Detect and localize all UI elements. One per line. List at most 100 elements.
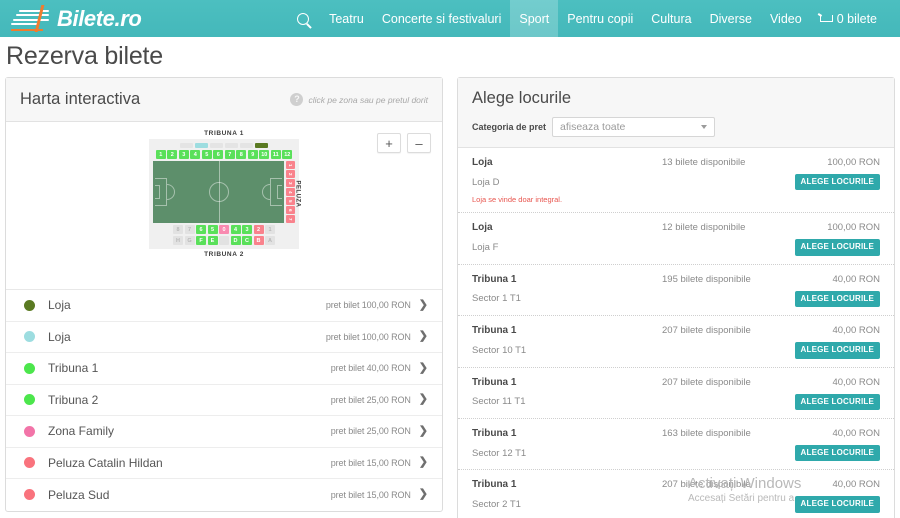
map-segment[interactable]: B	[253, 236, 264, 245]
map-segment[interactable]: 2	[253, 225, 264, 234]
color-dot	[24, 394, 35, 406]
logo-text: Bilete.ro	[57, 5, 142, 31]
choose-seats-button[interactable]: ALEGE LOCURILE	[794, 444, 880, 462]
legend-item-tribuna-1[interactable]: Tribuna 1 pret bilet 40,00 RON ❯	[6, 353, 442, 385]
legend-item-peluza-sud[interactable]: Peluza Sud pret bilet 15,00 RON ❯	[6, 479, 442, 511]
map-segment[interactable]: D	[230, 236, 241, 245]
seat-selection-panel: Alege locurile Categoria de pret afiseaz…	[457, 77, 895, 518]
chevron-down-icon	[701, 125, 707, 129]
map-segment[interactable]: F	[196, 236, 206, 245]
price-category-select[interactable]: afiseaza toate	[552, 117, 715, 137]
loja-chip[interactable]	[180, 143, 193, 148]
ticket-row: Tribuna 1 207 bilete disponibile 40,00 R…	[458, 368, 894, 419]
nav-item-teatru[interactable]: Teatru	[320, 0, 373, 37]
legend-item-peluza-catalin-hildan[interactable]: Peluza Catalin Hildan pret bilet 15,00 R…	[6, 448, 442, 479]
price-legend-list: Loja pret bilet 100,00 RON ❯ Loja pret b…	[6, 290, 442, 511]
loja-chip[interactable]	[210, 143, 223, 148]
search-button[interactable]	[291, 0, 320, 37]
map-segment[interactable]: 9	[247, 150, 258, 159]
nav-item-pentru-copii[interactable]: Pentru copii	[558, 0, 642, 37]
zoom-in-button[interactable]: +	[377, 133, 401, 153]
legend-label: Zona Family	[48, 424, 115, 439]
ticket-available: 207 bilete disponibile	[662, 479, 751, 491]
map-panel-header: Harta interactiva ? click pe zona sau pe…	[6, 78, 442, 122]
choose-seats-button[interactable]: ALEGE LOCURILE	[794, 174, 880, 191]
map-segment[interactable]: C	[242, 236, 252, 245]
map-segment[interactable]: 4	[230, 225, 241, 234]
seat-panel-title: Alege locurile	[472, 89, 572, 107]
nav-item-sport[interactable]: Sport	[510, 0, 559, 37]
map-segment[interactable]: 8	[236, 150, 247, 159]
map-segment[interactable]: 6	[213, 150, 224, 159]
legend-item-loja-1[interactable]: Loja pret bilet 100,00 RON ❯	[6, 290, 442, 322]
site-logo[interactable]: Bilete.ro	[10, 4, 142, 32]
map-panel-title: Harta interactiva	[20, 90, 141, 108]
map-segment[interactable]: 1	[286, 161, 295, 169]
choose-seats-button[interactable]: ALEGE LOCURILE	[794, 342, 880, 359]
chevron-right-icon: ❯	[418, 361, 428, 374]
color-dot	[24, 425, 35, 437]
zoom-out-button[interactable]: –	[407, 133, 431, 153]
map-caption-side: PELUZA	[294, 180, 301, 208]
map-segment[interactable]: A	[265, 236, 275, 245]
choose-seats-button[interactable]: ALEGE LOCURILE	[794, 496, 880, 513]
map-segment[interactable]: 1	[265, 225, 275, 234]
nav-item-diverse[interactable]: Diverse	[701, 0, 761, 37]
map-segment[interactable]: 5	[201, 150, 212, 159]
loja-chip[interactable]	[195, 143, 208, 148]
football-pitch	[153, 161, 284, 223]
legend-label: Tribuna 1	[48, 361, 99, 376]
ticket-zone: Loja	[472, 157, 493, 168]
map-segment[interactable]: 12	[282, 150, 293, 159]
map-segment[interactable]: 3	[242, 225, 252, 234]
color-dot	[24, 489, 35, 501]
map-segment[interactable]: 7	[184, 225, 195, 234]
map-segment[interactable]: 2	[286, 170, 295, 178]
choose-seats-button[interactable]: ALEGE LOCURILE	[794, 290, 880, 308]
map-segment[interactable]: 8	[173, 225, 183, 234]
map-segment[interactable]: 5	[207, 225, 218, 234]
map-segment[interactable]: 4	[190, 150, 201, 159]
legend-label: Tribuna 2	[48, 392, 99, 407]
loja-chip[interactable]	[240, 143, 253, 148]
tribuna-1-segment-row: 1 2 3 4 5 6 7 8 9 10 11 12	[153, 150, 295, 159]
map-segment[interactable]: 0	[219, 225, 229, 234]
map-segment[interactable]	[219, 236, 229, 245]
map-hint: ? click pe zona sau pe pretul dorit	[290, 93, 428, 106]
ticket-price: 40,00 RON	[832, 427, 880, 439]
map-segment[interactable]: 7	[224, 150, 235, 159]
map-segment[interactable]: G	[184, 236, 195, 245]
nav-item-video[interactable]: Video	[761, 0, 811, 37]
interactive-map-panel: Harta interactiva ? click pe zona sau pe…	[5, 77, 443, 512]
legend-price: pret bilet 15,00 RON	[330, 457, 411, 468]
ticket-sector: Sector 11 T1	[472, 396, 526, 408]
nav-item-concerte-si-festivaluri[interactable]: Concerte si festivaluri	[373, 0, 511, 37]
ticket-price: 40,00 RON	[832, 376, 880, 388]
ticket-list: Loja 13 bilete disponibile 100,00 RON Lo…	[458, 148, 894, 518]
map-segment[interactable]: E	[207, 236, 218, 245]
loja-chip-row	[153, 143, 295, 148]
map-segment[interactable]: 1	[155, 150, 166, 159]
legend-item-loja-2[interactable]: Loja pret bilet 100,00 RON ❯	[6, 322, 442, 353]
legend-item-tribuna-2[interactable]: Tribuna 2 pret bilet 25,00 RON ❯	[6, 385, 442, 416]
stadium-map[interactable]: TRIBUNA 1 1 2 3 4 5 6 7 8 9 10 11 12 1 2…	[149, 128, 301, 260]
chevron-right-icon: ❯	[418, 298, 428, 311]
map-segment[interactable]: 7	[286, 215, 295, 223]
cart-button[interactable]: 0 bilete	[811, 0, 886, 37]
loja-chip[interactable]	[255, 143, 268, 148]
choose-seats-button[interactable]: ALEGE LOCURILE	[794, 239, 880, 256]
nav-item-cultura[interactable]: Cultura	[642, 0, 700, 37]
cart-icon	[819, 14, 833, 24]
map-segment[interactable]: 11	[270, 150, 281, 159]
loja-chip[interactable]	[225, 143, 238, 148]
legend-price: pret bilet 40,00 RON	[330, 363, 411, 374]
map-segment[interactable]: H	[173, 236, 183, 245]
legend-item-zona-family[interactable]: Zona Family pret bilet 25,00 RON ❯	[6, 416, 442, 448]
map-segment[interactable]: 3	[178, 150, 189, 159]
map-segment[interactable]: 2	[167, 150, 178, 159]
choose-seats-button[interactable]: ALEGE LOCURILE	[794, 393, 880, 410]
map-segment[interactable]: 10	[259, 150, 270, 159]
stadium-diagram: 1 2 3 4 5 6 7 8 9 10 11 12 1 2 3 4 5 6 7…	[149, 139, 301, 249]
stadium-map-area[interactable]: + – TRIBUNA 1 1 2 3 4 5 6 7 8 9 10 11 12…	[6, 122, 442, 290]
map-segment[interactable]: 6	[196, 225, 206, 234]
